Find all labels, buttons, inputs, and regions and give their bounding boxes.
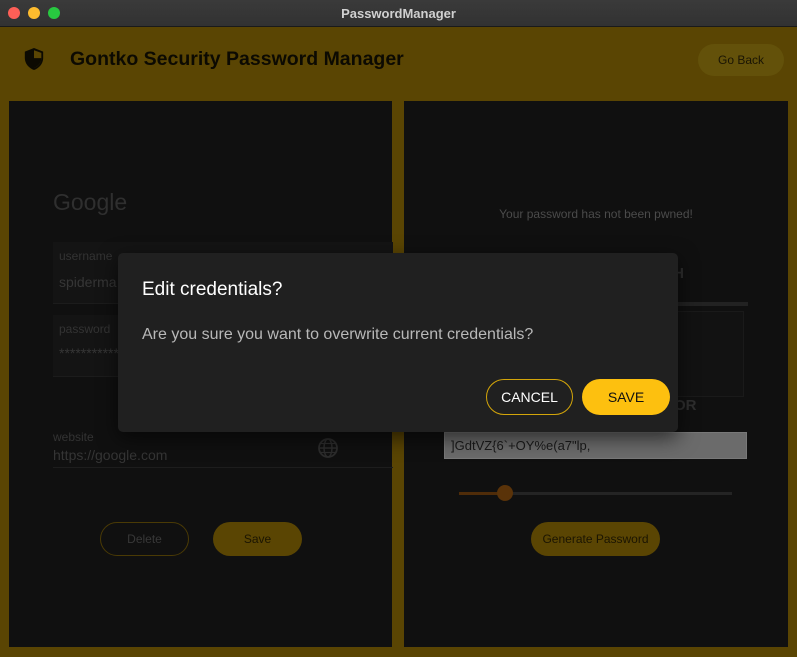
globe-icon[interactable] xyxy=(317,437,339,459)
generated-password-field[interactable]: ]GdtVZ{6`+OY%e(a7"lp, xyxy=(444,432,747,459)
website-label: website xyxy=(53,430,94,444)
site-title: Google xyxy=(53,189,128,215)
username-value: spiderma xyxy=(59,274,117,290)
shield-icon xyxy=(24,48,44,70)
app-window: PasswordManager Gontko Security Password… xyxy=(0,0,797,657)
title-bar[interactable]: PasswordManager xyxy=(0,0,797,27)
dialog-message: Are you sure you want to overwrite curre… xyxy=(142,326,534,343)
username-label: username xyxy=(59,249,113,263)
pwned-status: Your password has not been pwned! xyxy=(499,207,693,221)
password-label: password xyxy=(59,322,111,336)
window-title: PasswordManager xyxy=(341,6,456,21)
app-title: Gontko Security Password Manager xyxy=(70,48,404,70)
generate-password-button[interactable]: Generate Password xyxy=(531,522,660,556)
website-underline xyxy=(53,467,393,468)
save-credentials-button[interactable]: Save xyxy=(213,522,302,556)
confirm-dialog: Edit credentials? Are you sure you want … xyxy=(118,253,678,432)
website-input[interactable]: https://google.com xyxy=(53,447,167,463)
cancel-button[interactable]: CANCEL xyxy=(486,379,573,415)
password-value: *********** xyxy=(59,345,119,361)
delete-button[interactable]: Delete xyxy=(100,522,189,556)
dialog-title: Edit credentials? xyxy=(142,279,283,300)
length-slider-thumb[interactable] xyxy=(497,485,513,501)
confirm-save-button[interactable]: SAVE xyxy=(582,379,670,415)
go-back-button[interactable]: Go Back xyxy=(698,44,784,76)
app-bar: Gontko Security Password Manager Go Back xyxy=(0,28,797,92)
